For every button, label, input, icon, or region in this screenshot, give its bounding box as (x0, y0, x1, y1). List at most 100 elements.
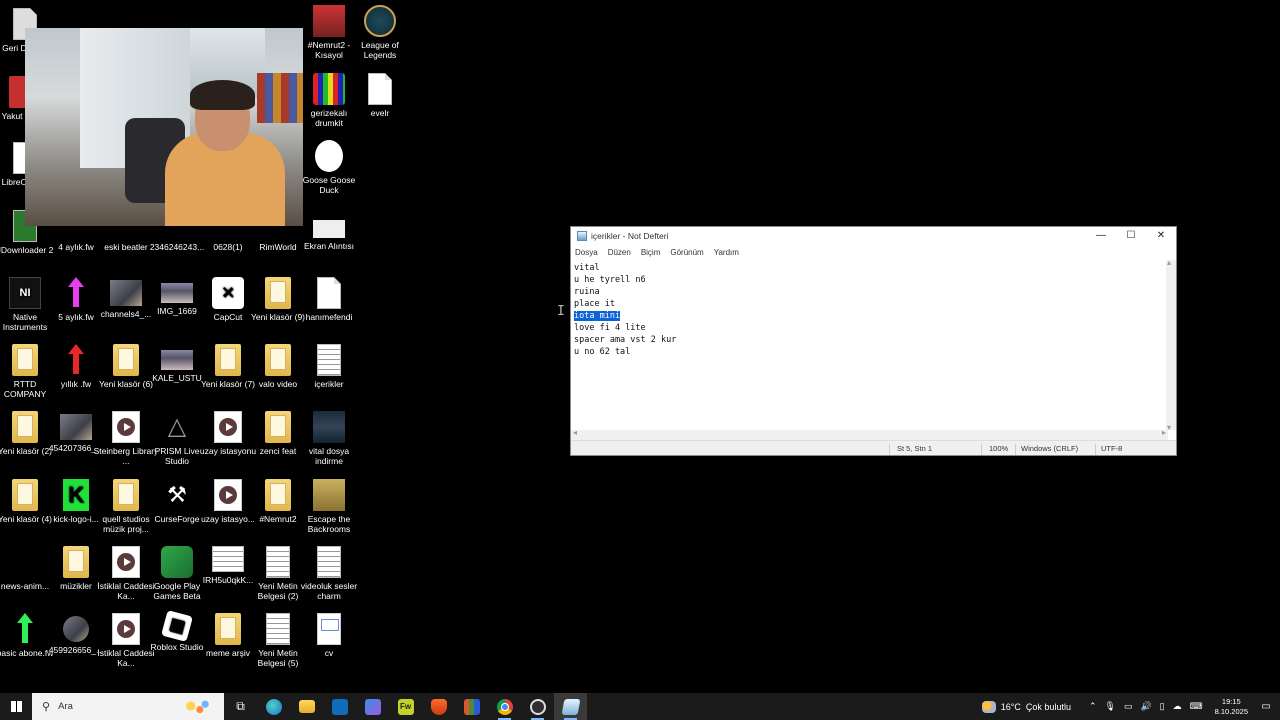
notepad-app-icon (577, 231, 587, 241)
file-explorer-button[interactable] (290, 693, 323, 720)
onedrive-icon[interactable]: ☁ (1173, 701, 1182, 712)
league-icon (364, 5, 396, 37)
google-play-games-icon (161, 546, 193, 578)
task-view-icon: ⧉ (236, 699, 245, 713)
text-line: u he tyrell n6 (574, 275, 646, 285)
chrome-button[interactable] (488, 693, 521, 720)
video-icon (112, 411, 140, 443)
folder-icon (12, 344, 38, 376)
webcam-figurines (257, 73, 303, 123)
drumkit-icon (313, 73, 345, 105)
status-line-ending: Windows (CRLF) (1021, 444, 1079, 453)
folder-icon (113, 479, 139, 511)
folder-icon (265, 479, 291, 511)
webcam-overlay (25, 28, 303, 226)
nemrut-icon (313, 5, 345, 37)
photo-icon (212, 546, 244, 572)
photo-icon (60, 414, 92, 440)
search-placeholder: Ara (58, 701, 73, 712)
chevron-up-icon[interactable]: ⌃ (1089, 701, 1097, 712)
fireworks-button[interactable]: Fw (389, 693, 422, 720)
folder-icon (265, 344, 291, 376)
notepad-taskbar-button[interactable] (554, 693, 587, 720)
taskbar-search-box[interactable]: ⚲ Ara (32, 693, 224, 720)
microphone-icon[interactable]: 🎙 (1105, 701, 1116, 712)
store-button[interactable] (356, 693, 389, 720)
folder-icon (113, 344, 139, 376)
folder-icon (63, 546, 89, 578)
weather-desc: Çok bulutlu (1025, 701, 1071, 712)
weather-widget[interactable]: 16°C Çok bulutlu (981, 700, 1071, 713)
edge-icon (265, 698, 282, 715)
text-line: love fi 4 lite (574, 323, 646, 333)
obs-button[interactable] (521, 693, 554, 720)
photo-icon (63, 616, 89, 642)
edge-button[interactable] (257, 693, 290, 720)
volume-icon[interactable]: 🔊 (1140, 701, 1151, 712)
app-grid-button[interactable] (455, 693, 488, 720)
menu-dosya[interactable]: Dosya (575, 248, 598, 257)
desktop-icon-league-of-legends[interactable]: League of Legends (347, 5, 413, 60)
text-file-icon (317, 546, 341, 578)
notepad-text-area[interactable]: vital u he tyrell n6 ruina place it iota… (571, 260, 1168, 430)
notepad-window[interactable]: içerikler - Not Defteri — ☐ ✕ Dosya Düze… (570, 226, 1177, 456)
screenshot-icon (313, 220, 345, 238)
task-view-button[interactable]: ⧉ (224, 693, 257, 720)
news-icon (9, 546, 41, 578)
arrow-purple-icon (64, 277, 88, 309)
notepad-title-bar[interactable]: içerikler - Not Defteri — ☐ ✕ (571, 227, 1176, 245)
vertical-scrollbar[interactable] (1166, 258, 1176, 432)
arrow-red-icon (64, 344, 88, 376)
notepad-menu-bar: Dosya Düzen Biçim Görünüm Yardım (571, 245, 1176, 259)
close-button[interactable]: ✕ (1146, 227, 1176, 245)
minimize-button[interactable]: — (1086, 227, 1116, 245)
menu-bicim[interactable]: Biçim (641, 248, 661, 257)
menu-duzen[interactable]: Düzen (608, 248, 631, 257)
clock[interactable]: 19:15 8.10.2025 (1215, 697, 1248, 717)
desktop-icon-ekran-alintisi[interactable]: Ekran Alıntısı (296, 210, 362, 251)
desktop-icon-escape-backrooms[interactable]: Escape the Backrooms (296, 479, 362, 534)
outlook-icon (331, 698, 348, 715)
network-icon[interactable]: ▭ (1124, 701, 1133, 712)
desktop-icon-goose-goose-duck[interactable]: Goose Goose Duck (296, 140, 362, 195)
text-file-icon (317, 344, 341, 376)
weather-temp: 16°C (1000, 701, 1021, 712)
native-instruments-icon: NI (9, 277, 41, 309)
curseforge-icon: ⚒ (167, 482, 187, 507)
text-cursor-icon: I (557, 304, 565, 319)
desktop-icon-icerikler[interactable]: içerikler (296, 344, 362, 389)
brave-icon (430, 698, 447, 715)
arrow-green-icon (13, 613, 37, 645)
text-file-icon (266, 546, 290, 578)
desktop-icon-hanimefendi[interactable]: hanımefendi (296, 277, 362, 322)
folder-icon (215, 613, 241, 645)
desktop-icon-evelr[interactable]: evelr (347, 73, 413, 118)
text-line: spacer ama vst 2 kur (574, 335, 677, 345)
video-icon (214, 479, 242, 511)
status-position: St 5, Stn 1 (897, 444, 933, 453)
status-encoding: UTF-8 (1101, 444, 1123, 453)
maximize-button[interactable]: ☐ (1116, 227, 1146, 245)
outlook-button[interactable] (323, 693, 356, 720)
status-separator (1015, 444, 1016, 455)
desktop-icon-videoluk-sesler[interactable]: videoluk sesler charm (296, 546, 362, 601)
clock-date: 8.10.2025 (1214, 706, 1248, 716)
text-line-selected: iota mini (574, 310, 1165, 322)
text-line: u no 62 tal (574, 347, 631, 357)
notification-icon[interactable]: ▭ (1256, 701, 1276, 712)
menu-yardim[interactable]: Yardım (714, 248, 739, 257)
prism-icon: △ (167, 413, 187, 440)
keyboard-icon[interactable]: ⌨ (1190, 701, 1203, 712)
desktop-icon-vital-dosya[interactable]: vital dosya indirme (296, 411, 362, 466)
partly-cloudy-icon (981, 700, 996, 713)
horizontal-scrollbar[interactable] (571, 428, 1168, 440)
folder-icon (215, 344, 241, 376)
brave-button[interactable] (422, 693, 455, 720)
battery-icon[interactable]: ▯ (1160, 701, 1165, 712)
start-button[interactable] (0, 693, 32, 720)
windows-logo-icon (11, 701, 22, 712)
kick-logo-icon: K (63, 479, 89, 511)
cv-icon (317, 613, 341, 645)
desktop-icon-cv[interactable]: cv (296, 613, 362, 658)
menu-gorunum[interactable]: Görünüm (670, 248, 703, 257)
